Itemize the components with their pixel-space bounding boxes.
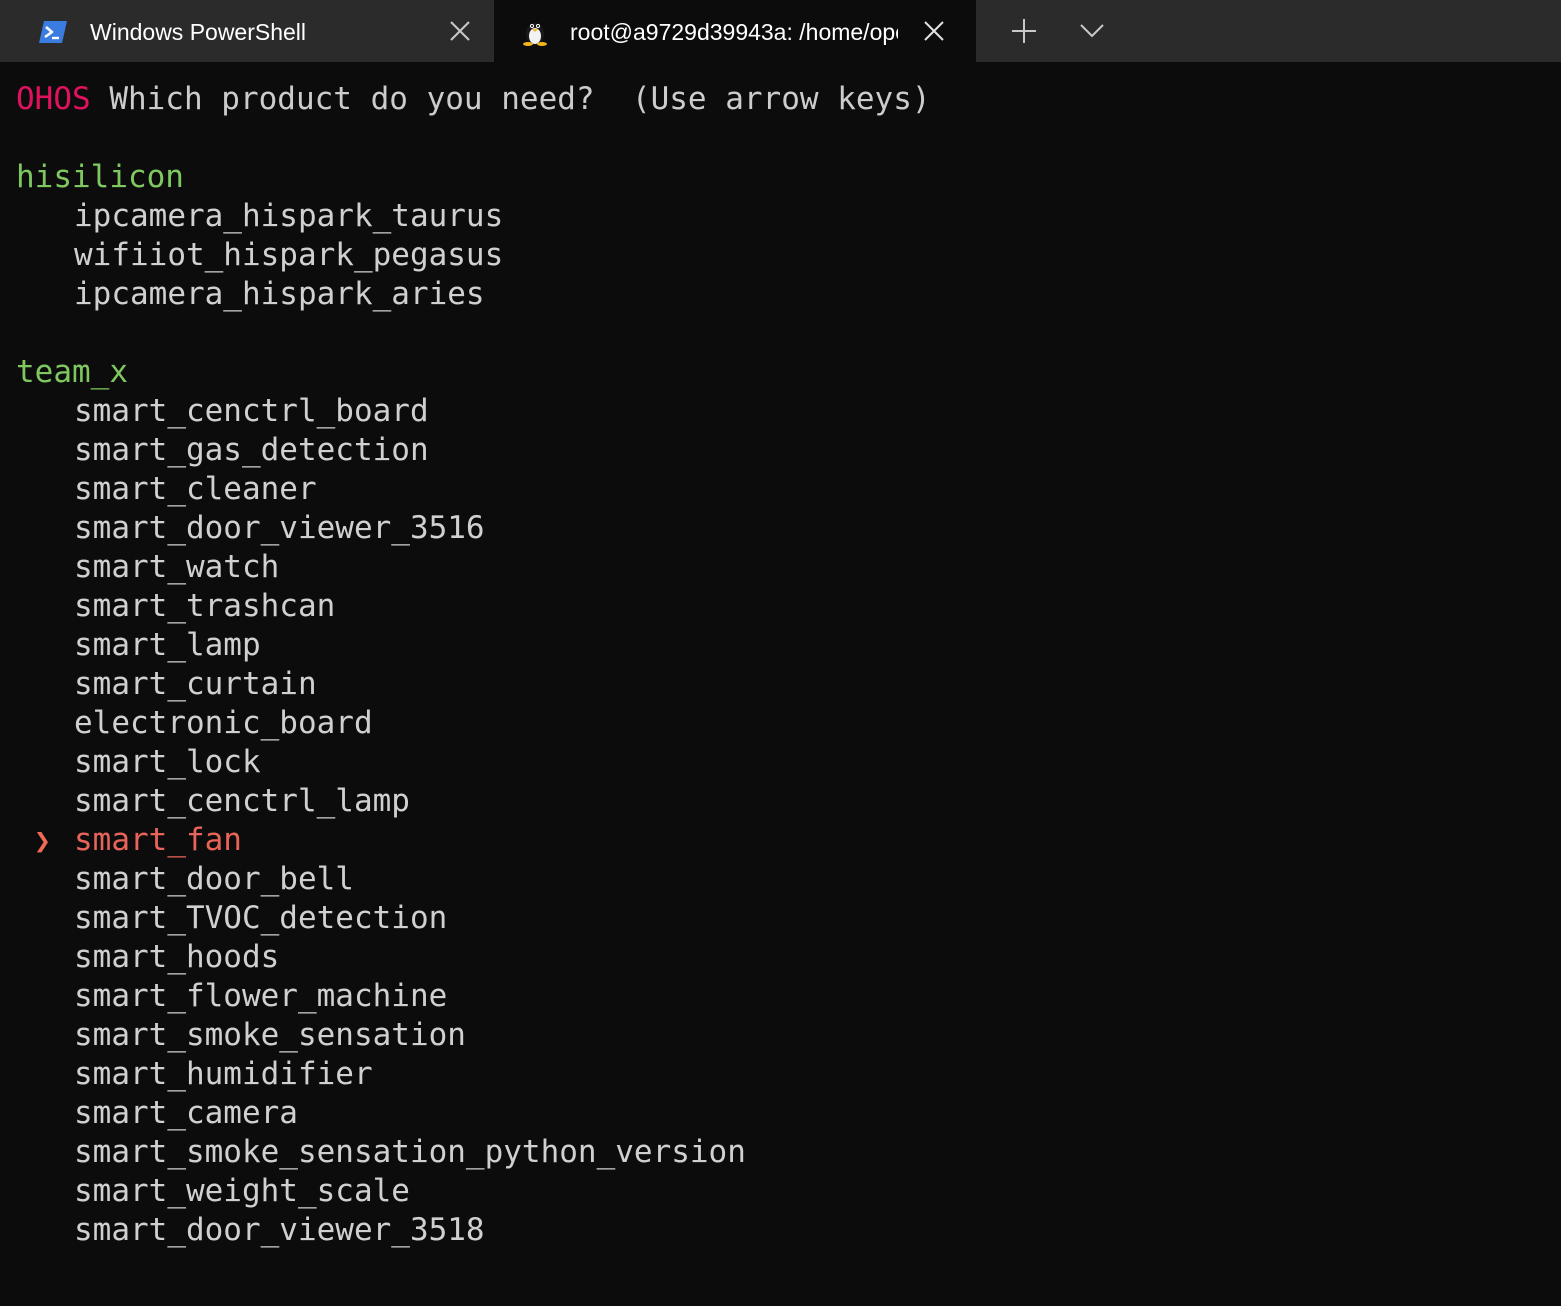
chevron-down-icon[interactable] [1074,14,1110,48]
prompt-line: OHOS Which product do you need? (Use arr… [16,80,931,119]
list-item[interactable]: smart_cenctrl_board [74,392,429,431]
tab-title: Windows PowerShell [90,19,307,45]
list-item[interactable]: smart_cleaner [74,470,317,509]
tab-root-shell[interactable]: root@a9729d39943a: /home/openharmony [494,0,976,62]
list-item-selected[interactable]: smart_fan [74,821,242,860]
list-item[interactable]: smart_TVOC_detection [74,899,447,938]
prompt-prefix: OHOS [16,81,91,117]
tab-title: root@a9729d39943a: /home/openharmony [570,19,898,45]
group-header: hisilicon [16,159,184,195]
list-item[interactable]: smart_curtain [74,665,317,704]
powershell-icon [39,21,67,43]
list-item[interactable]: smart_door_bell [74,860,354,899]
list-item[interactable]: wifiiot_hispark_pegasus [74,236,503,275]
group-header: team_x [16,354,128,390]
list-item[interactable]: smart_lamp [74,626,261,665]
selection-pointer-icon: ❯ [34,824,51,857]
list-item[interactable]: smart_gas_detection [74,431,429,470]
list-item[interactable]: electronic_board [74,704,373,743]
list-item[interactable]: ipcamera_hispark_aries [74,275,485,314]
terminal-window: Windows PowerShell root@a9729d39943a: /h… [0,0,1561,1306]
list-item[interactable]: ipcamera_hispark_taurus [74,197,503,236]
list-item[interactable]: smart_cenctrl_lamp [74,782,410,821]
list-item[interactable]: smart_door_viewer_3516 [74,509,485,548]
list-item[interactable]: smart_lock [74,743,261,782]
list-item[interactable]: smart_humidifier [74,1055,373,1094]
list-item[interactable]: smart_door_viewer_3518 [74,1211,485,1250]
list-item[interactable]: smart_smoke_sensation_python_version [74,1133,746,1172]
tab-bar: Windows PowerShell root@a9729d39943a: /h… [0,0,1561,62]
close-icon[interactable] [447,18,473,44]
list-item[interactable]: smart_flower_machine [74,977,447,1016]
list-item[interactable]: smart_smoke_sensation [74,1016,466,1055]
list-item[interactable]: smart_watch [74,548,279,587]
list-item[interactable]: smart_camera [74,1094,298,1133]
list-item[interactable]: smart_hoods [74,938,279,977]
prompt-question: Which product do you need? (Use arrow ke… [90,81,931,117]
list-item[interactable]: smart_weight_scale [74,1172,410,1211]
tab-windows-powershell[interactable]: Windows PowerShell [0,0,494,62]
linux-tux-icon [523,23,547,46]
close-icon[interactable] [921,18,947,44]
list-item[interactable]: smart_trashcan [74,587,335,626]
new-tab-plus-icon[interactable] [1006,14,1042,48]
terminal-output[interactable]: OHOS Which product do you need? (Use arr… [0,62,1561,1306]
